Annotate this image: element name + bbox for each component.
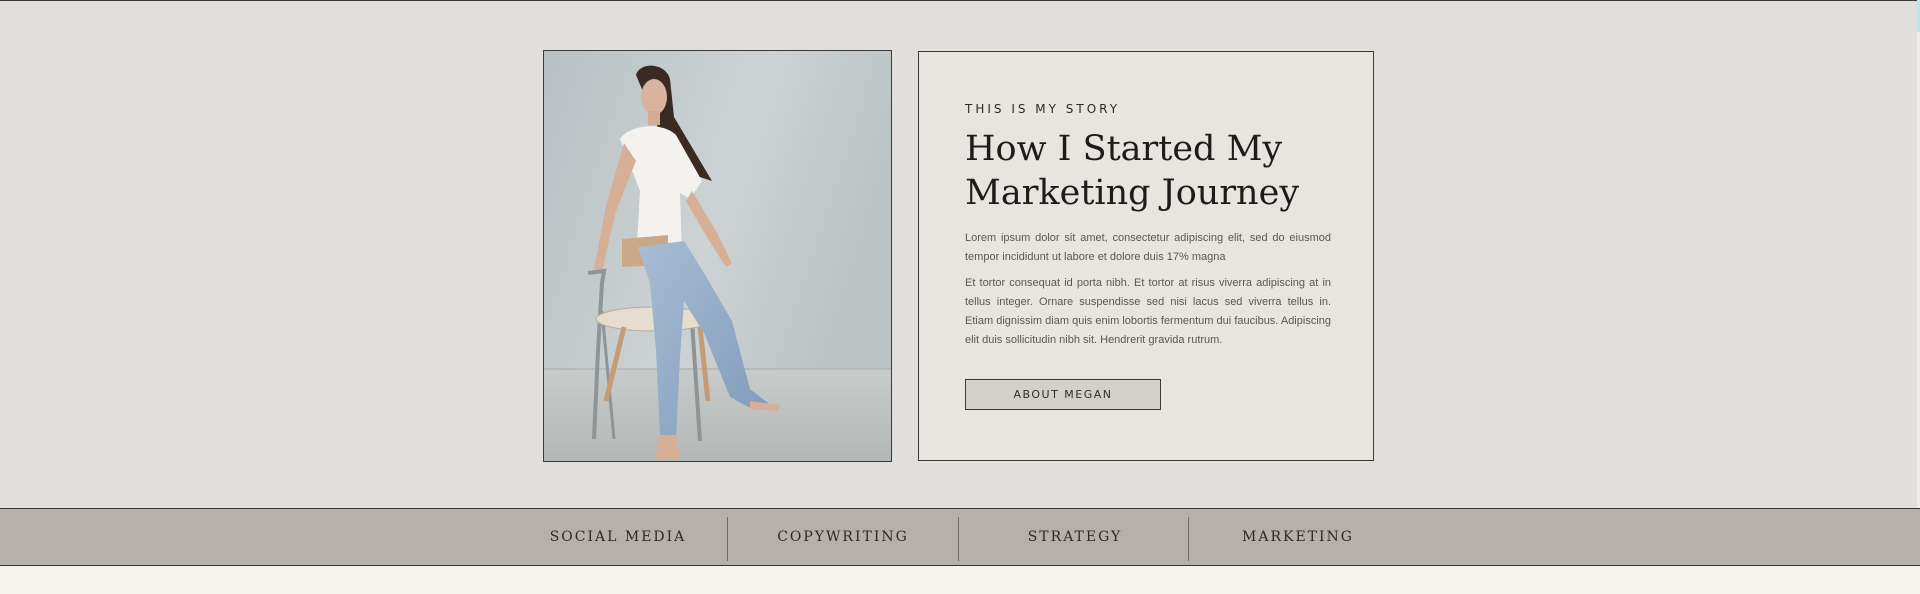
hero-photo: [543, 50, 892, 462]
story-eyebrow: THIS IS MY STORY: [965, 102, 1121, 116]
woman-on-chair-illustration: [544, 51, 891, 461]
story-paragraph-1: Lorem ipsum dolor sit amet, consectetur …: [965, 232, 1331, 263]
top-divider: [0, 0, 1920, 1]
footer-section: [0, 566, 1920, 594]
service-marketing[interactable]: MARKETING: [1208, 509, 1388, 565]
services-bar: SOCIAL MEDIA COPYWRITING STRATEGY MARKET…: [0, 508, 1920, 566]
about-megan-button[interactable]: ABOUT MEGAN: [965, 379, 1161, 410]
story-card: THIS IS MY STORY How I Started My Market…: [918, 51, 1374, 461]
services-divider: [1188, 517, 1189, 561]
services-divider: [958, 517, 959, 561]
service-copywriting[interactable]: COPYWRITING: [753, 509, 933, 565]
story-title: How I Started My Marketing Journey: [965, 129, 1300, 213]
service-social-media[interactable]: SOCIAL MEDIA: [528, 509, 708, 565]
service-strategy[interactable]: STRATEGY: [985, 509, 1165, 565]
services-divider: [727, 517, 728, 561]
story-paragraph-2: Et tortor consequat id porta nibh. Et to…: [965, 277, 1331, 346]
